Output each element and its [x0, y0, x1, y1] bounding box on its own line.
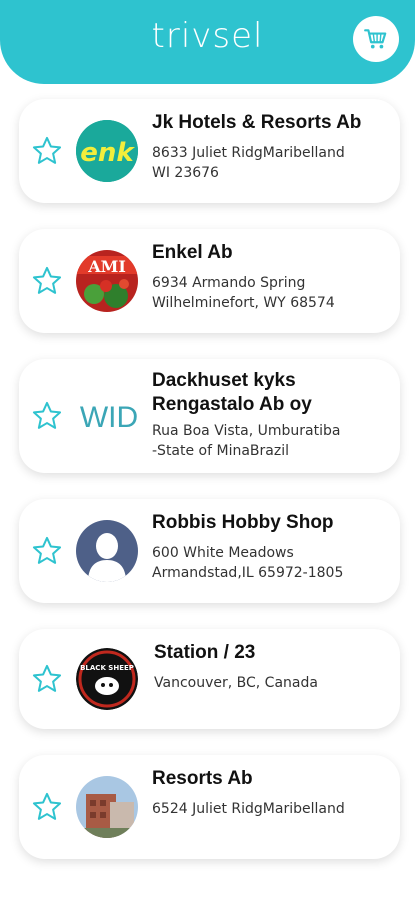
business-name: Resorts Ab [152, 768, 253, 789]
address-line-1: Rua Boa Vista, Umburatiba [152, 423, 341, 439]
business-name: Dackhuset kyks Rengastalo Ab oy [152, 369, 388, 417]
address-line-1: 8633 Juliet RidgMaribelland [152, 145, 345, 161]
address-line-1: 600 White Meadows [152, 545, 294, 561]
business-address: 6524 Juliet RidgMaribelland [152, 799, 388, 819]
address-line-2: Armandstad,IL 65972-1805 [152, 565, 344, 581]
logo-text: BLACK SHEEP [80, 664, 134, 672]
cart-icon [364, 29, 387, 49]
business-name-line-1: Dackhuset kyks [152, 370, 296, 391]
business-logo: BLACK SHEEP [76, 648, 138, 710]
logo-text: enk [80, 138, 135, 168]
business-logo: WID [76, 385, 142, 447]
list-item[interactable]: enk Jk Hotels & Resorts Ab 8633 Juliet R… [19, 99, 400, 203]
list-item[interactable]: Resorts Ab 6524 Juliet RidgMaribelland [19, 755, 400, 859]
business-photo [76, 776, 138, 838]
address-line-1: 6934 Armando Spring [152, 275, 306, 291]
business-name: Robbis Hobby Shop [152, 512, 334, 533]
business-name: Station / 23 [154, 642, 256, 663]
star-outline-icon[interactable] [31, 663, 63, 695]
star-outline-icon[interactable] [31, 791, 63, 823]
list-item[interactable]: WID Dackhuset kyks Rengastalo Ab oy Rua … [19, 359, 400, 473]
logo-text: WID [80, 401, 138, 434]
business-name-line-2: Rengastalo Ab oy [152, 394, 312, 415]
star-outline-icon[interactable] [31, 135, 63, 167]
address-line-1: 6524 Juliet RidgMaribelland [152, 801, 345, 817]
business-logo: enk [76, 120, 138, 182]
list-item[interactable]: AMI Enkel Ab 6934 Armando Spring Wilhelm… [19, 229, 400, 333]
default-avatar [76, 520, 138, 582]
logo-text: AMI [87, 257, 126, 276]
business-address: Vancouver, BC, Canada [154, 673, 388, 693]
address-line-2: Wilhelminefort, WY 68574 [152, 295, 335, 311]
star-outline-icon[interactable] [31, 535, 63, 567]
business-address: Rua Boa Vista, Umburatiba -State of Mina… [152, 421, 388, 461]
list-item[interactable]: Robbis Hobby Shop 600 White Meadows Arma… [19, 499, 400, 603]
business-name: Jk Hotels & Resorts Ab [152, 112, 362, 133]
business-name: Enkel Ab [152, 242, 233, 263]
address-line-2: -State of MinaBrazil [152, 443, 289, 459]
star-outline-icon[interactable] [31, 400, 63, 432]
business-list: enk Jk Hotels & Resorts Ab 8633 Juliet R… [19, 99, 400, 885]
business-address: 8633 Juliet RidgMaribelland WI 23676 [152, 143, 388, 183]
app-header: trivsel [0, 0, 415, 84]
business-address: 600 White Meadows Armandstad,IL 65972-18… [152, 543, 388, 583]
business-address: 6934 Armando Spring Wilhelminefort, WY 6… [152, 273, 388, 313]
address-line-2: WI 23676 [152, 165, 219, 181]
cart-button[interactable] [353, 16, 399, 62]
list-item[interactable]: BLACK SHEEP Station / 23 Vancouver, BC, … [19, 629, 400, 729]
address-line-1: Vancouver, BC, Canada [154, 675, 318, 691]
business-logo: AMI [76, 250, 138, 312]
star-outline-icon[interactable] [31, 265, 63, 297]
